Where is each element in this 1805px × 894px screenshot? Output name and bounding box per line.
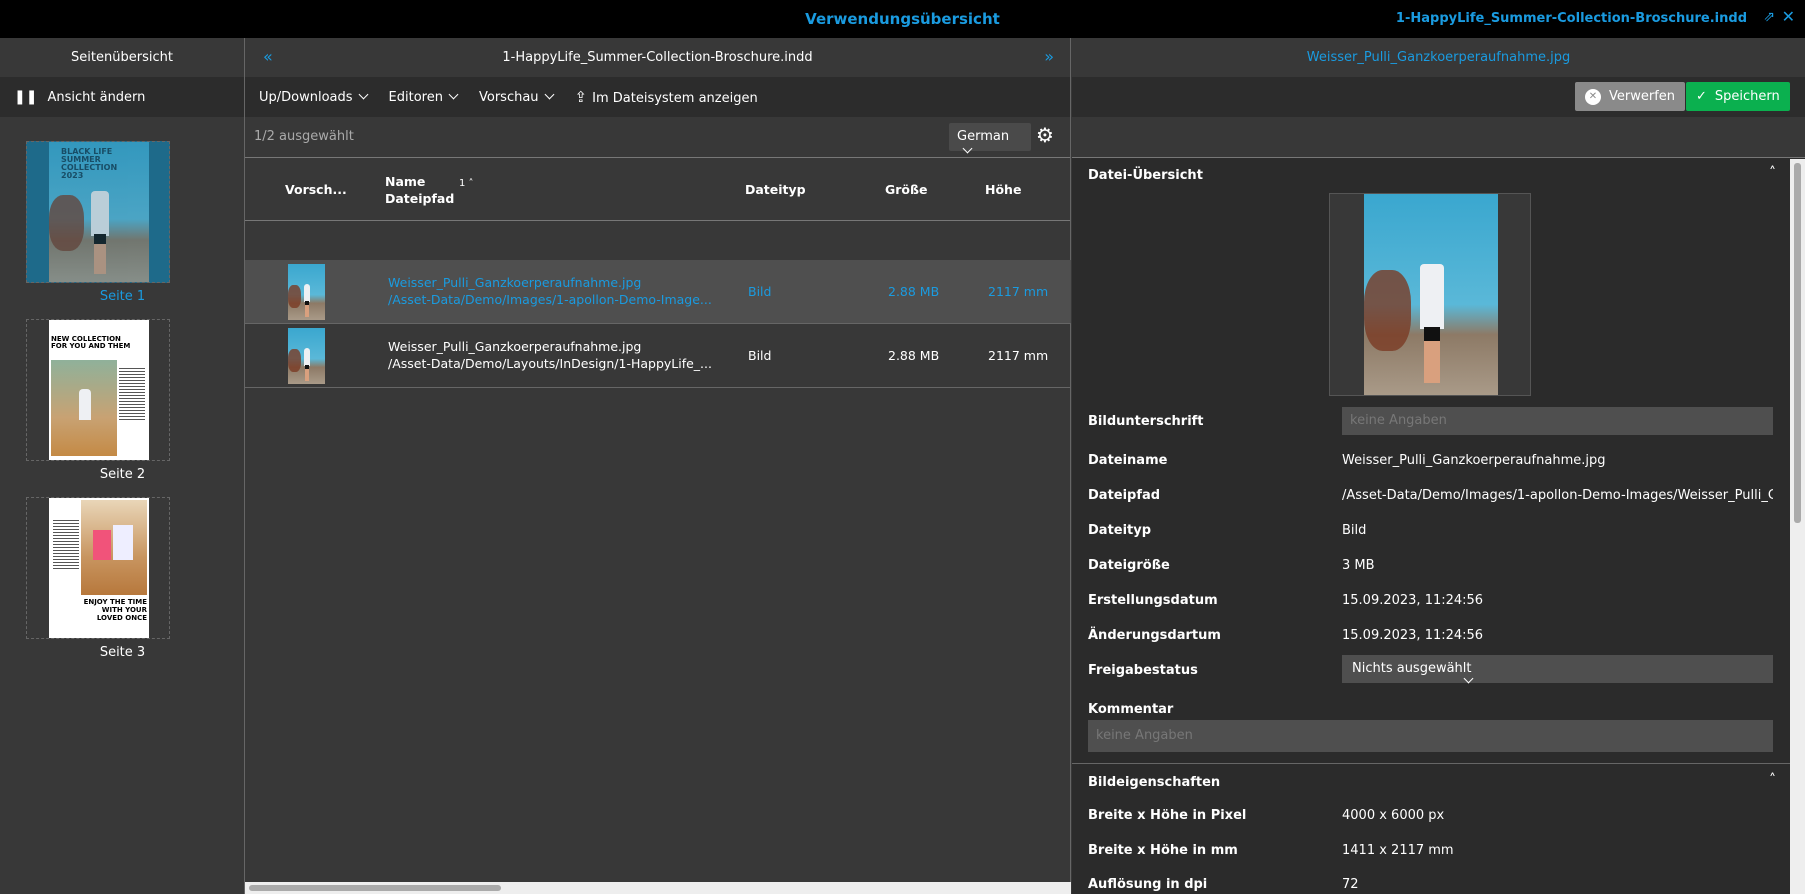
filename-label: Dateiname xyxy=(1088,453,1168,468)
updownloads-menu[interactable]: Up/Downloads xyxy=(259,89,368,105)
row-type: Bild xyxy=(748,348,772,363)
page-overview-sidebar: Seitenübersicht ❚❚ Ansicht ändern BLACK … xyxy=(0,38,245,894)
page-thumbnail-1[interactable]: BLACK LIFE SUMMER COLLECTION 2023 xyxy=(26,141,170,283)
pixel-size-label: Breite x Höhe in Pixel xyxy=(1088,808,1247,823)
pixel-size-value: 4000 x 6000 px xyxy=(1342,808,1445,823)
page-3-text: ENJOY THE TIME WITH YOUR LOVED ONCE xyxy=(83,598,147,622)
comment-input[interactable]: keine Angaben xyxy=(1088,720,1773,752)
page-thumbnail-3[interactable]: ENJOY THE TIME WITH YOUR LOVED ONCE xyxy=(26,497,170,639)
check-icon: ✓ xyxy=(1696,89,1707,104)
page-2-preview: NEW COLLECTION FOR YOU AND THEM xyxy=(49,320,149,460)
page-1-preview: BLACK LIFE SUMMER COLLECTION 2023 xyxy=(49,142,149,282)
file-details-panel: Weisser_Pulli_Ganzkoerperaufnahme.jpg ✕ V… xyxy=(1072,38,1805,894)
share-icon: ⇪ xyxy=(574,88,588,106)
page-label-3[interactable]: Seite 3 xyxy=(0,645,245,660)
col-height[interactable]: Höhe xyxy=(985,182,1021,197)
page-1-text: BLACK LIFE SUMMER COLLECTION 2023 xyxy=(61,147,118,180)
toggle-view-button[interactable]: ❚❚ Ansicht ändern xyxy=(0,77,244,117)
details-scroll-area: Datei-Übersicht ˄ Bildunterschrift keine… xyxy=(1072,159,1790,894)
chevron-up-icon[interactable]: ˄ xyxy=(1769,772,1776,788)
scrollbar-thumb[interactable] xyxy=(249,885,501,891)
selection-count: 1/2 ausgewählt xyxy=(254,129,354,144)
close-circle-icon: ✕ xyxy=(1585,88,1601,105)
mm-size-value: 1411 x 2117 mm xyxy=(1342,843,1454,858)
section-file-overview[interactable]: Datei-Übersicht xyxy=(1088,168,1203,183)
dpi-value: 72 xyxy=(1342,877,1359,892)
row-height: 2117 mm xyxy=(988,348,1049,363)
row-path: /Asset-Data/Demo/Images/1-apollon-Demo-I… xyxy=(388,292,712,307)
table-row[interactable]: Weisser_Pulli_Ganzkoerperaufnahme.jpg /A… xyxy=(245,260,1071,324)
filename-value: Weisser_Pulli_Ganzkoerperaufnahme.jpg xyxy=(1342,453,1606,468)
col-type[interactable]: Dateityp xyxy=(745,182,806,197)
image-preview xyxy=(1329,193,1531,396)
close-icon[interactable]: ✕ xyxy=(1782,7,1795,26)
dpi-label: Auflösung in dpi xyxy=(1088,877,1208,892)
status-label: Freigabestatus xyxy=(1088,663,1198,678)
document-title: 1-HappyLife_Summer-Collection-Broschure.… xyxy=(502,50,813,65)
page-3-preview: ENJOY THE TIME WITH YOUR LOVED ONCE xyxy=(49,498,149,638)
page-label-1[interactable]: Seite 1 xyxy=(0,289,245,304)
chevron-down-icon xyxy=(448,89,459,99)
open-external-icon[interactable]: ⇗ xyxy=(1763,9,1775,25)
page-thumbnail-2[interactable]: NEW COLLECTION FOR YOU AND THEM xyxy=(26,319,170,461)
row-size: 2.88 MB xyxy=(888,348,940,363)
modified-label: Änderungsdartum xyxy=(1088,628,1221,643)
modified-value: 15.09.2023, 11:24:56 xyxy=(1342,628,1484,643)
row-name: Weisser_Pulli_Ganzkoerperaufnahme.jpg xyxy=(388,339,642,354)
horizontal-scrollbar[interactable] xyxy=(245,882,1071,894)
save-button[interactable]: ✓ Speichern xyxy=(1686,82,1790,111)
file-title: Weisser_Pulli_Ganzkoerperaufnahme.jpg xyxy=(1072,38,1805,77)
vorschau-menu[interactable]: Vorschau xyxy=(479,89,554,105)
filepath-label: Dateipfad xyxy=(1088,488,1161,503)
created-value: 15.09.2023, 11:24:56 xyxy=(1342,593,1484,608)
gear-icon[interactable]: ⚙ xyxy=(1036,123,1054,147)
scrollbar-thumb[interactable] xyxy=(1794,163,1801,523)
row-height: 2117 mm xyxy=(988,284,1049,299)
filesize-value: 3 MB xyxy=(1342,558,1375,573)
row-size: 2.88 MB xyxy=(888,284,940,299)
chevron-down-icon xyxy=(358,89,368,99)
editoren-menu[interactable]: Editoren xyxy=(389,89,459,105)
title-bar: Verwendungsübersicht 1-HappyLife_Summer-… xyxy=(0,0,1805,38)
section-image-properties[interactable]: Bildeigenschaften xyxy=(1088,775,1220,790)
vertical-scrollbar[interactable] xyxy=(1790,159,1805,894)
page-label-2[interactable]: Seite 2 xyxy=(0,467,245,482)
row-name: Weisser_Pulli_Ganzkoerperaufnahme.jpg xyxy=(388,275,642,290)
caption-input[interactable]: keine Angaben xyxy=(1342,407,1773,435)
expand-right-icon[interactable]: » xyxy=(1044,47,1054,66)
language-select[interactable]: German xyxy=(949,123,1031,154)
pause-icon: ❚❚ xyxy=(14,89,38,105)
chevron-down-icon xyxy=(544,89,554,99)
show-in-filesystem-button[interactable]: ⇪ Im Dateisystem anzeigen xyxy=(575,88,758,106)
table-header: Vorsch... Name Dateipfad 1 ˄ Dateityp Gr… xyxy=(245,158,1070,221)
page-2-text: NEW COLLECTION FOR YOU AND THEM xyxy=(51,335,131,350)
table-row[interactable]: Weisser_Pulli_Ganzkoerperaufnahme.jpg /A… xyxy=(245,324,1071,388)
chevron-up-icon[interactable]: ˄ xyxy=(1769,165,1776,181)
caption-label: Bildunterschrift xyxy=(1088,414,1204,429)
chevron-down-icon xyxy=(962,143,973,154)
document-link[interactable]: 1-HappyLife_Summer-Collection-Broschure.… xyxy=(1396,11,1747,26)
sidebar-title: Seitenübersicht xyxy=(0,38,244,77)
usage-list-panel: « 1-HappyLife_Summer-Collection-Broschur… xyxy=(245,38,1071,894)
sort-indicator[interactable]: 1 ˄ xyxy=(459,178,474,189)
filetype-value: Bild xyxy=(1342,523,1367,538)
discard-button[interactable]: ✕ Verwerfen xyxy=(1575,82,1686,111)
row-thumbnail xyxy=(288,328,325,384)
comment-label: Kommentar xyxy=(1088,702,1174,717)
row-path: /Asset-Data/Demo/Layouts/InDesign/1-Happ… xyxy=(388,356,712,371)
col-name[interactable]: Name xyxy=(385,174,425,189)
row-thumbnail xyxy=(288,264,325,320)
toggle-view-label: Ansicht ändern xyxy=(47,89,146,105)
col-size[interactable]: Größe xyxy=(885,182,927,197)
col-preview[interactable]: Vorsch... xyxy=(285,182,347,197)
collapse-left-icon[interactable]: « xyxy=(263,47,273,66)
row-type: Bild xyxy=(748,284,772,299)
col-path[interactable]: Dateipfad xyxy=(385,191,454,206)
filepath-value: /Asset-Data/Demo/Images/1-apollon-Demo-I… xyxy=(1342,488,1773,503)
created-label: Erstellungsdatum xyxy=(1088,593,1218,608)
status-select[interactable]: Nichts ausgewählt xyxy=(1342,655,1773,684)
filesize-label: Dateigröße xyxy=(1088,558,1170,573)
filetype-label: Dateityp xyxy=(1088,523,1152,538)
mm-size-label: Breite x Höhe in mm xyxy=(1088,843,1238,858)
